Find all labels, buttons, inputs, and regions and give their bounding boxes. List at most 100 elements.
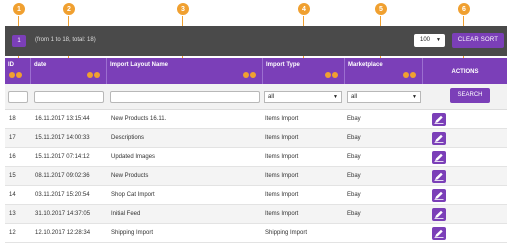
pencil-icon [434,153,444,162]
cell-type: Items Import [265,173,299,179]
sort-controls [243,72,257,78]
marketplace-filter-value: all [351,94,358,100]
cell-marketplace: Ebay [347,116,361,122]
column-label: Import Type [266,62,300,68]
cell-type: Items Import [265,192,299,198]
callout-marker: 1 [12,2,26,16]
pencil-icon [434,115,444,124]
cell-marketplace: Ebay [347,154,361,160]
table-row[interactable]: 16 15.11.2017 07:14:12 Updated Images It… [5,148,507,167]
edit-button[interactable] [432,208,446,221]
pencil-icon [434,229,444,238]
column-header-actions: ACTIONS [423,58,507,84]
cell-id: 18 [9,116,16,122]
callout-marker: 5 [374,2,388,16]
edit-button[interactable] [432,189,446,202]
cell-id: 15 [9,173,16,179]
cell-date: 15.11.2017 14:00:33 [35,135,90,141]
type-filter-value: all [268,94,275,100]
search-button[interactable]: SEARCH [450,88,490,103]
cell-type: Items Import [265,154,299,160]
column-label: date [34,62,47,68]
cell-marketplace: Ebay [347,173,361,179]
cell-date: 12.10.2017 12:28:34 [35,230,91,236]
filter-row: all ▼ all ▼ SEARCH [5,84,507,110]
range-text: (from 1 to 18, total: 18) [35,37,96,43]
cell-type: Items Import [265,211,299,217]
table-row[interactable]: 13 31.10.2017 14:37:05 Initial Feed Item… [5,205,507,224]
table-row[interactable]: 17 15.11.2017 14:00:33 Descriptions Item… [5,129,507,148]
sort-asc-icon[interactable] [325,72,331,78]
column-label: ACTIONS [451,69,479,75]
sort-desc-icon[interactable] [410,72,416,78]
cell-name: New Products [111,173,149,179]
pencil-icon [434,210,444,219]
cell-type: Items Import [265,116,299,122]
sort-desc-icon[interactable] [332,72,338,78]
pencil-icon [434,191,444,200]
sort-controls [87,72,101,78]
cell-date: 08.11.2017 09:02:36 [35,173,90,179]
cell-date: 03.11.2017 15:20:54 [35,192,90,198]
cell-name: Initial Feed [111,211,141,217]
cell-marketplace: Ebay [347,211,361,217]
cell-name: Descriptions [111,135,145,141]
page-1-button[interactable]: 1 [12,35,26,47]
sort-desc-icon[interactable] [94,72,100,78]
cell-type: Shipping Import [265,230,308,236]
per-page-select[interactable]: 100 ▼ [414,34,445,47]
column-header-id[interactable]: ID [5,58,31,84]
marketplace-filter-select[interactable]: all ▼ [347,91,421,103]
sort-desc-icon[interactable] [250,72,256,78]
cell-date: 15.11.2017 07:14:12 [35,154,90,160]
grid-header: ID date Import Layout Name Import Type M… [5,58,507,84]
pencil-icon [434,172,444,181]
table-row[interactable]: 12 12.10.2017 12:28:34 Shipping Import S… [5,224,507,243]
sort-asc-icon[interactable] [87,72,93,78]
caret-down-icon: ▼ [333,94,338,100]
cell-marketplace: Ebay [347,192,361,198]
column-header-name[interactable]: Import Layout Name [107,58,263,84]
callout-marker: 2 [62,2,76,16]
table-row[interactable]: 14 03.11.2017 15:20:54 Shop Cat Import I… [5,186,507,205]
per-page-value: 100 [420,37,431,43]
id-filter-input[interactable] [8,91,28,103]
table-row[interactable]: 18 16.11.2017 13:15:44 New Products 16.1… [5,110,507,129]
cell-id: 13 [9,211,16,217]
edit-button[interactable] [432,151,446,164]
cell-id: 14 [9,192,16,198]
pagination-toolbar: 1 (from 1 to 18, total: 18) 100 ▼ CLEAR … [5,26,507,56]
edit-button[interactable] [432,170,446,183]
sort-asc-icon[interactable] [9,72,15,78]
sort-controls [403,72,417,78]
edit-button[interactable] [432,227,446,240]
clear-sort-button[interactable]: CLEAR SORT [452,33,504,48]
column-label: Marketplace [348,62,383,68]
cell-marketplace: Ebay [347,135,361,141]
sort-asc-icon[interactable] [403,72,409,78]
edit-button[interactable] [432,132,446,145]
date-filter-input[interactable] [34,91,104,103]
cell-date: 31.10.2017 14:37:05 [35,211,91,217]
column-header-type[interactable]: Import Type [263,58,345,84]
name-filter-input[interactable] [110,91,260,103]
sort-controls [9,72,23,78]
cell-type: Items Import [265,135,299,141]
column-label: ID [8,62,14,68]
column-header-date[interactable]: date [31,58,107,84]
caret-down-icon: ▼ [436,37,441,43]
column-header-marketplace[interactable]: Marketplace [345,58,423,84]
table-row[interactable]: 15 08.11.2017 09:02:36 New Products Item… [5,167,507,186]
cell-name: Shop Cat Import [111,192,155,198]
caret-down-icon: ▼ [412,94,417,100]
type-filter-select[interactable]: all ▼ [264,91,342,103]
edit-button[interactable] [432,113,446,126]
sort-desc-icon[interactable] [16,72,22,78]
cell-id: 16 [9,154,16,160]
sort-asc-icon[interactable] [243,72,249,78]
cell-name: Shipping Import [111,230,154,236]
callout-marker: 3 [176,2,190,16]
cell-id: 12 [9,230,16,236]
callout-marker: 6 [457,2,471,16]
pencil-icon [434,134,444,143]
